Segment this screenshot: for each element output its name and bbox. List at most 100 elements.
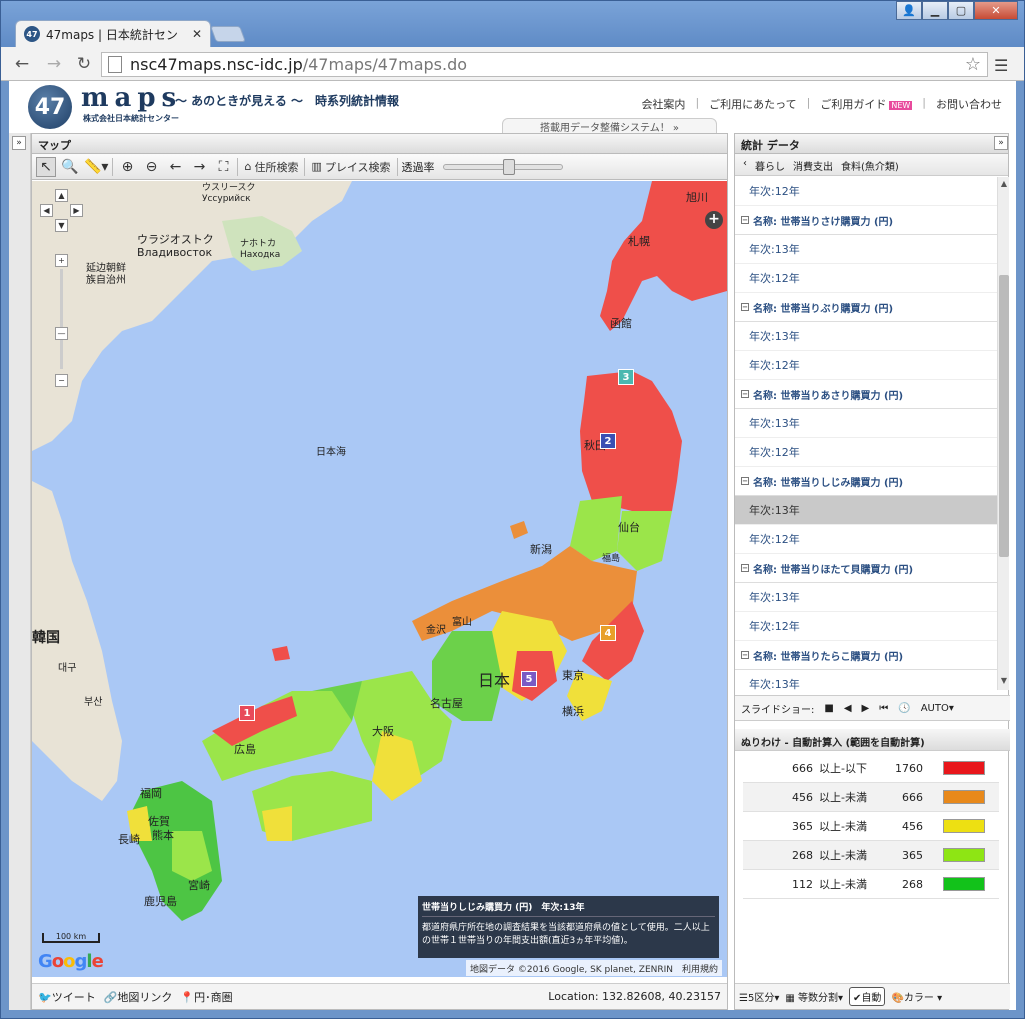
stop-icon[interactable]: ■ <box>824 703 833 714</box>
stat-category[interactable]: − 名称: 世帯当りぶり購買力 (円) <box>735 293 997 322</box>
zoom-plus-icon[interactable]: + <box>55 254 68 267</box>
user-icon[interactable]: 👤 <box>896 1 922 20</box>
stat-category[interactable]: − 名称: 世帯当りほたて貝購買力 (円) <box>735 554 997 583</box>
collapse-box-icon[interactable]: − <box>741 303 749 311</box>
ruler-icon[interactable]: 📏▾ <box>84 157 108 177</box>
collapse-box-icon[interactable]: − <box>741 651 749 659</box>
prev-icon[interactable]: ◀ <box>844 703 852 714</box>
forward-icon[interactable]: → <box>43 54 65 74</box>
color-dropdown[interactable]: 🎨カラー ▾ <box>891 989 942 1004</box>
forward-arrow-icon[interactable]: → <box>189 157 209 177</box>
auto-dropdown[interactable]: AUTO▾ <box>921 703 954 714</box>
close-tab-icon[interactable]: ✕ <box>192 27 202 41</box>
breadcrumb-item[interactable]: 消費支出 <box>793 158 833 173</box>
class-color-swatch[interactable] <box>943 877 985 891</box>
map-view[interactable]: ▲ ◀ ▶ ▼ + — − ウスリースク Уссурийск ウラジオストク В… <box>32 181 727 977</box>
address-search-button[interactable]: ⌂ 住所検索 <box>242 157 300 177</box>
banner-tab[interactable]: 搭載用データ整備システム！ » <box>502 118 717 134</box>
first-icon[interactable]: ⏮ <box>879 703 888 714</box>
stat-year-item[interactable]: 年次:12年 <box>735 438 997 467</box>
collapse-box-icon[interactable]: − <box>741 216 749 224</box>
stat-year-item[interactable]: 年次:13年 <box>735 322 997 351</box>
place-search-button[interactable]: ▥ プレイス検索 <box>309 157 392 177</box>
stat-year-item[interactable]: 年次:12年 <box>735 177 997 206</box>
stats-scrollbar[interactable]: ▲ ▼ <box>997 177 1009 690</box>
stat-category[interactable]: − 名称: 世帯当りあさり購買力 (円) <box>735 380 997 409</box>
pan-up-icon[interactable]: ▲ <box>55 189 68 202</box>
class-color-swatch[interactable] <box>943 819 985 833</box>
divisions-dropdown[interactable]: ☰5区分▾ <box>739 989 779 1004</box>
map-copyright[interactable]: 地図データ ©2016 Google, SK planet, ZENRIN 利用… <box>466 960 723 976</box>
circle-area-button[interactable]: 📍円･商圏 <box>180 989 232 1005</box>
method-dropdown[interactable]: ▦ 等数分割▾ <box>785 989 843 1004</box>
stat-category[interactable]: − 名称: 世帯当りしじみ購買力 (円) <box>735 467 997 496</box>
zoom-in-icon[interactable]: ⊕ <box>117 157 137 177</box>
pan-down-icon[interactable]: ▼ <box>55 219 68 232</box>
stat-year-item[interactable]: 年次:12年 <box>735 612 997 641</box>
stat-year-item[interactable]: 年次:12年 <box>735 264 997 293</box>
breadcrumb-item[interactable]: 暮らし <box>755 158 785 173</box>
reload-icon[interactable]: ↻ <box>73 54 95 74</box>
rank-marker-2[interactable]: 2 <box>600 433 616 449</box>
link-contact[interactable]: お問い合わせ <box>936 96 1002 112</box>
opacity-slider[interactable] <box>442 158 563 175</box>
link-company[interactable]: 会社案内 <box>641 96 685 112</box>
minimize-button[interactable]: ▁ <box>922 1 948 20</box>
pan-right-icon[interactable]: ▶ <box>70 204 83 217</box>
class-color-swatch[interactable] <box>943 848 985 862</box>
map-link-button[interactable]: 🔗地図リンク <box>104 989 173 1005</box>
logo-47[interactable]: 47 <box>28 85 72 129</box>
class-row[interactable]: 112 以上-未満 268 <box>743 870 999 899</box>
tweet-button[interactable]: 🐦ツイート <box>38 989 96 1005</box>
scroll-down-icon[interactable]: ▼ <box>999 676 1009 688</box>
collapse-right-icon[interactable]: » <box>994 136 1008 150</box>
collapse-box-icon[interactable]: − <box>741 390 749 398</box>
stat-year-item[interactable]: 年次:12年 <box>735 525 997 554</box>
pointer-icon[interactable]: ↖ <box>36 156 56 177</box>
stat-year-item[interactable]: 年次:13年 <box>735 409 997 438</box>
breadcrumb-back-icon[interactable]: ‹ <box>743 158 747 171</box>
search-icon[interactable]: 🔍 <box>60 157 80 177</box>
new-tab-button[interactable] <box>210 26 246 42</box>
back-arrow-icon[interactable]: ← <box>165 157 185 177</box>
rank-marker-3[interactable]: 3 <box>618 369 634 385</box>
scroll-up-icon[interactable]: ▲ <box>999 179 1009 191</box>
zoom-out-icon[interactable]: ⊖ <box>141 157 161 177</box>
scroll-thumb[interactable] <box>999 275 1009 557</box>
zoom-track[interactable] <box>60 269 63 369</box>
zoom-knob[interactable]: — <box>55 327 68 340</box>
class-color-swatch[interactable] <box>943 761 985 775</box>
class-row[interactable]: 268 以上-未満 365 <box>743 841 999 870</box>
collapse-box-icon[interactable]: − <box>741 477 749 485</box>
back-icon[interactable]: ← <box>11 54 33 74</box>
maximize-button[interactable]: ▢ <box>948 1 974 20</box>
stat-year-item[interactable]: 年次:12年 <box>735 351 997 380</box>
opacity-slider-knob[interactable] <box>502 158 515 175</box>
class-row[interactable]: 666 以上-以下 1760 <box>743 754 999 783</box>
browser-tab[interactable]: 47 47maps | 日本統計セン ✕ <box>15 20 211 47</box>
link-guide[interactable]: ご利用ガイド NEW <box>820 96 913 112</box>
stat-year-item[interactable]: 年次:13年 <box>735 583 997 612</box>
stat-year-item[interactable]: 年次:13年 <box>735 496 997 525</box>
bookmark-star-icon[interactable]: ☆ <box>965 54 981 75</box>
pan-left-icon[interactable]: ◀ <box>40 204 53 217</box>
rank-marker-1[interactable]: 1 <box>239 705 255 721</box>
expand-plus-icon[interactable]: + <box>705 211 723 229</box>
stat-year-item[interactable]: 年次:13年 <box>735 235 997 264</box>
expand-left-icon[interactable]: » <box>12 136 26 150</box>
stat-category[interactable]: − 名称: 世帯当りさけ購買力 (円) <box>735 206 997 235</box>
fullscreen-icon[interactable]: ⛶ <box>213 157 233 177</box>
class-row[interactable]: 365 以上-未満 456 <box>743 812 999 841</box>
class-row[interactable]: 456 以上-未満 666 <box>743 783 999 812</box>
class-color-swatch[interactable] <box>943 790 985 804</box>
stat-year-item[interactable]: 年次:13年 <box>735 670 997 690</box>
stat-category[interactable]: − 名称: 世帯当りたらこ購買力 (円) <box>735 641 997 670</box>
play-icon[interactable]: ▶ <box>862 703 870 714</box>
collapse-box-icon[interactable]: − <box>741 564 749 572</box>
rank-marker-4[interactable]: 4 <box>600 625 616 641</box>
address-bar[interactable]: nsc47maps.nsc-idc.jp/47maps/47maps.do ☆ <box>101 52 988 77</box>
rank-marker-5[interactable]: 5 <box>521 671 537 687</box>
auto-checkbox[interactable]: ✔自動 <box>849 987 886 1006</box>
zoom-minus-icon[interactable]: − <box>55 374 68 387</box>
link-usage[interactable]: ご利用にあたって <box>709 96 796 112</box>
